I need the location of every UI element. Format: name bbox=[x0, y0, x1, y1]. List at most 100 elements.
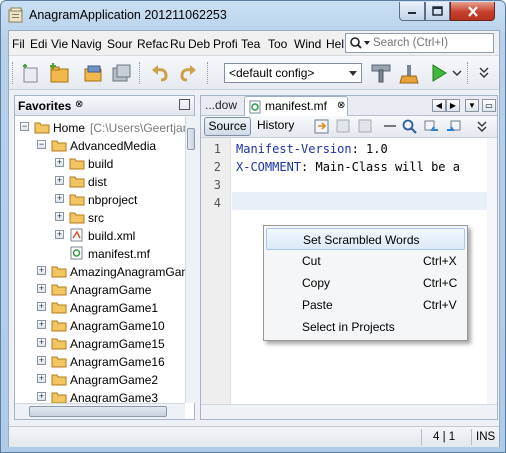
expand-icon[interactable]: + bbox=[37, 266, 46, 275]
new-file-button[interactable] bbox=[19, 61, 43, 85]
menu-debug[interactable]: Deb bbox=[188, 37, 210, 51]
tree-node[interactable]: + nbproject bbox=[15, 191, 185, 209]
toggle-bookmark-icon[interactable] bbox=[381, 118, 399, 135]
scrollbar-thumb[interactable] bbox=[187, 128, 195, 150]
menu-item-paste[interactable]: Paste Ctrl+V bbox=[266, 294, 465, 316]
tree-node[interactable]: + AnagramGame10 bbox=[15, 317, 185, 335]
title-bar[interactable]: AnagramApplication 201211062253 bbox=[1, 1, 505, 29]
tree-horizontal-scrollbar[interactable] bbox=[15, 403, 185, 419]
expand-icon[interactable]: + bbox=[55, 194, 64, 203]
menu-edit[interactable]: Edi bbox=[30, 37, 47, 51]
find-icon[interactable] bbox=[401, 118, 419, 135]
expand-icon[interactable]: + bbox=[55, 212, 64, 221]
tree-node[interactable]: manifest.mf bbox=[15, 245, 185, 263]
quick-search-box[interactable] bbox=[345, 33, 494, 53]
tab-previous-file[interactable]: ...dow bbox=[205, 98, 237, 112]
tree-node[interactable]: + src bbox=[15, 209, 185, 227]
insert-mode-indicator[interactable]: INS bbox=[476, 431, 495, 443]
menu-window[interactable]: Wind bbox=[294, 37, 321, 51]
find-next-icon[interactable] bbox=[445, 118, 463, 135]
collapse-icon[interactable]: − bbox=[20, 122, 29, 131]
menu-item-select-in-projects[interactable]: Select in Projects bbox=[266, 316, 465, 338]
tree-node[interactable]: + AnagramGame15 bbox=[15, 335, 185, 353]
undo-button[interactable] bbox=[149, 61, 173, 85]
expand-icon[interactable]: + bbox=[37, 392, 46, 401]
tree-node[interactable]: + AnagramGame16 bbox=[15, 353, 185, 371]
tree-node[interactable]: + AnagramGame1 bbox=[15, 299, 185, 317]
expand-icon[interactable]: + bbox=[55, 158, 64, 167]
expand-icon[interactable]: + bbox=[37, 374, 46, 383]
tree-node[interactable]: + dist bbox=[15, 173, 185, 191]
maximize-button[interactable] bbox=[425, 2, 450, 21]
redo-button[interactable] bbox=[175, 61, 199, 85]
tree-node[interactable]: + AnagramGame2 bbox=[15, 371, 185, 389]
menu-tools[interactable]: Too bbox=[268, 37, 287, 51]
editor-vertical-scrollbar[interactable] bbox=[487, 138, 497, 404]
scrollbar-thumb[interactable] bbox=[29, 406, 167, 417]
maximize-panel-icon[interactable]: ▭ bbox=[482, 99, 496, 112]
expand-icon[interactable]: + bbox=[55, 176, 64, 185]
close-button[interactable] bbox=[450, 2, 495, 21]
menu-profile[interactable]: Profi bbox=[213, 37, 238, 51]
run-button[interactable] bbox=[427, 61, 451, 85]
minimize-button[interactable] bbox=[399, 2, 425, 21]
expand-icon[interactable]: + bbox=[37, 356, 46, 365]
tab-list-dropdown-icon[interactable]: ▼ bbox=[465, 99, 479, 112]
toolbar-overflow-button[interactable] bbox=[475, 61, 493, 85]
menu-view[interactable]: Vie bbox=[51, 37, 68, 51]
minimize-panel-icon[interactable] bbox=[179, 99, 190, 110]
menu-navigate[interactable]: Navig bbox=[71, 37, 102, 51]
more-icon[interactable] bbox=[473, 118, 491, 135]
source-view-button[interactable]: Source bbox=[204, 117, 251, 136]
tree-node-label: AnagramGame1 bbox=[70, 301, 159, 315]
tab-close-icon[interactable]: ⊗ bbox=[337, 100, 345, 111]
menu-file[interactable]: Fil bbox=[12, 37, 25, 51]
configuration-select[interactable]: <default config> bbox=[224, 63, 362, 83]
favorites-close-icon[interactable]: ⊗ bbox=[75, 99, 83, 110]
menu-item-cut[interactable]: Cut Ctrl+X bbox=[266, 250, 465, 272]
expand-icon[interactable]: + bbox=[37, 320, 46, 329]
menu-refactor[interactable]: Refac bbox=[137, 37, 168, 51]
find-previous-icon[interactable] bbox=[423, 118, 441, 135]
menu-item-copy[interactable]: Copy Ctrl+C bbox=[266, 272, 465, 294]
tree-node[interactable]: + build bbox=[15, 155, 185, 173]
tree-vertical-scrollbar[interactable] bbox=[185, 116, 195, 403]
tab-scroll-left-icon[interactable]: ◀ bbox=[432, 99, 446, 112]
clean-build-button[interactable] bbox=[398, 61, 422, 85]
tree-node[interactable]: + AnagramGame3 bbox=[15, 389, 185, 403]
expand-icon[interactable]: + bbox=[37, 284, 46, 293]
search-input[interactable] bbox=[373, 34, 491, 52]
tree-node[interactable]: − AdvancedMedia bbox=[15, 137, 185, 155]
menu-item-label: Set Scrambled Words bbox=[303, 233, 420, 247]
forward-icon[interactable] bbox=[357, 118, 375, 135]
run-dropdown-button[interactable] bbox=[450, 61, 464, 85]
save-all-button[interactable] bbox=[109, 61, 133, 85]
tree-node[interactable]: − Home [C:\Users\Geertjan bbox=[15, 119, 185, 137]
menu-team[interactable]: Tea bbox=[241, 37, 260, 51]
tree-node[interactable]: + AnagramGame bbox=[15, 281, 185, 299]
tab-scroll-right-icon[interactable]: ▶ bbox=[446, 99, 460, 112]
tree-node-label: build bbox=[88, 157, 114, 171]
back-icon[interactable] bbox=[335, 118, 353, 135]
redo-icon bbox=[180, 65, 196, 82]
new-project-button[interactable] bbox=[47, 61, 71, 85]
menu-help[interactable]: Hel bbox=[326, 37, 344, 51]
open-project-button[interactable] bbox=[81, 61, 105, 85]
collapse-icon[interactable]: − bbox=[37, 140, 46, 149]
expand-icon[interactable]: + bbox=[55, 230, 64, 239]
tab-manifest[interactable]: manifest.mf ⊗ bbox=[244, 96, 348, 116]
tree-node[interactable]: + AmazingAnagramGam bbox=[15, 263, 185, 281]
last-edit-icon[interactable] bbox=[313, 118, 331, 135]
expand-icon[interactable]: + bbox=[37, 338, 46, 347]
history-view-button[interactable]: History bbox=[257, 118, 294, 132]
expand-icon[interactable]: + bbox=[37, 302, 46, 311]
build-button[interactable] bbox=[369, 61, 393, 85]
tree-node[interactable]: + build.xml bbox=[15, 227, 185, 245]
search-icon[interactable] bbox=[349, 36, 371, 50]
folder-icon bbox=[51, 266, 67, 278]
menu-source[interactable]: Sour bbox=[107, 37, 132, 51]
favorites-header[interactable]: Favorites ⊗ bbox=[15, 96, 194, 116]
menu-item-set-scrambled-words[interactable]: Set Scrambled Words bbox=[266, 228, 465, 250]
menu-run[interactable]: Ru bbox=[170, 37, 185, 51]
editor-horizontal-scrollbar[interactable] bbox=[201, 404, 497, 419]
